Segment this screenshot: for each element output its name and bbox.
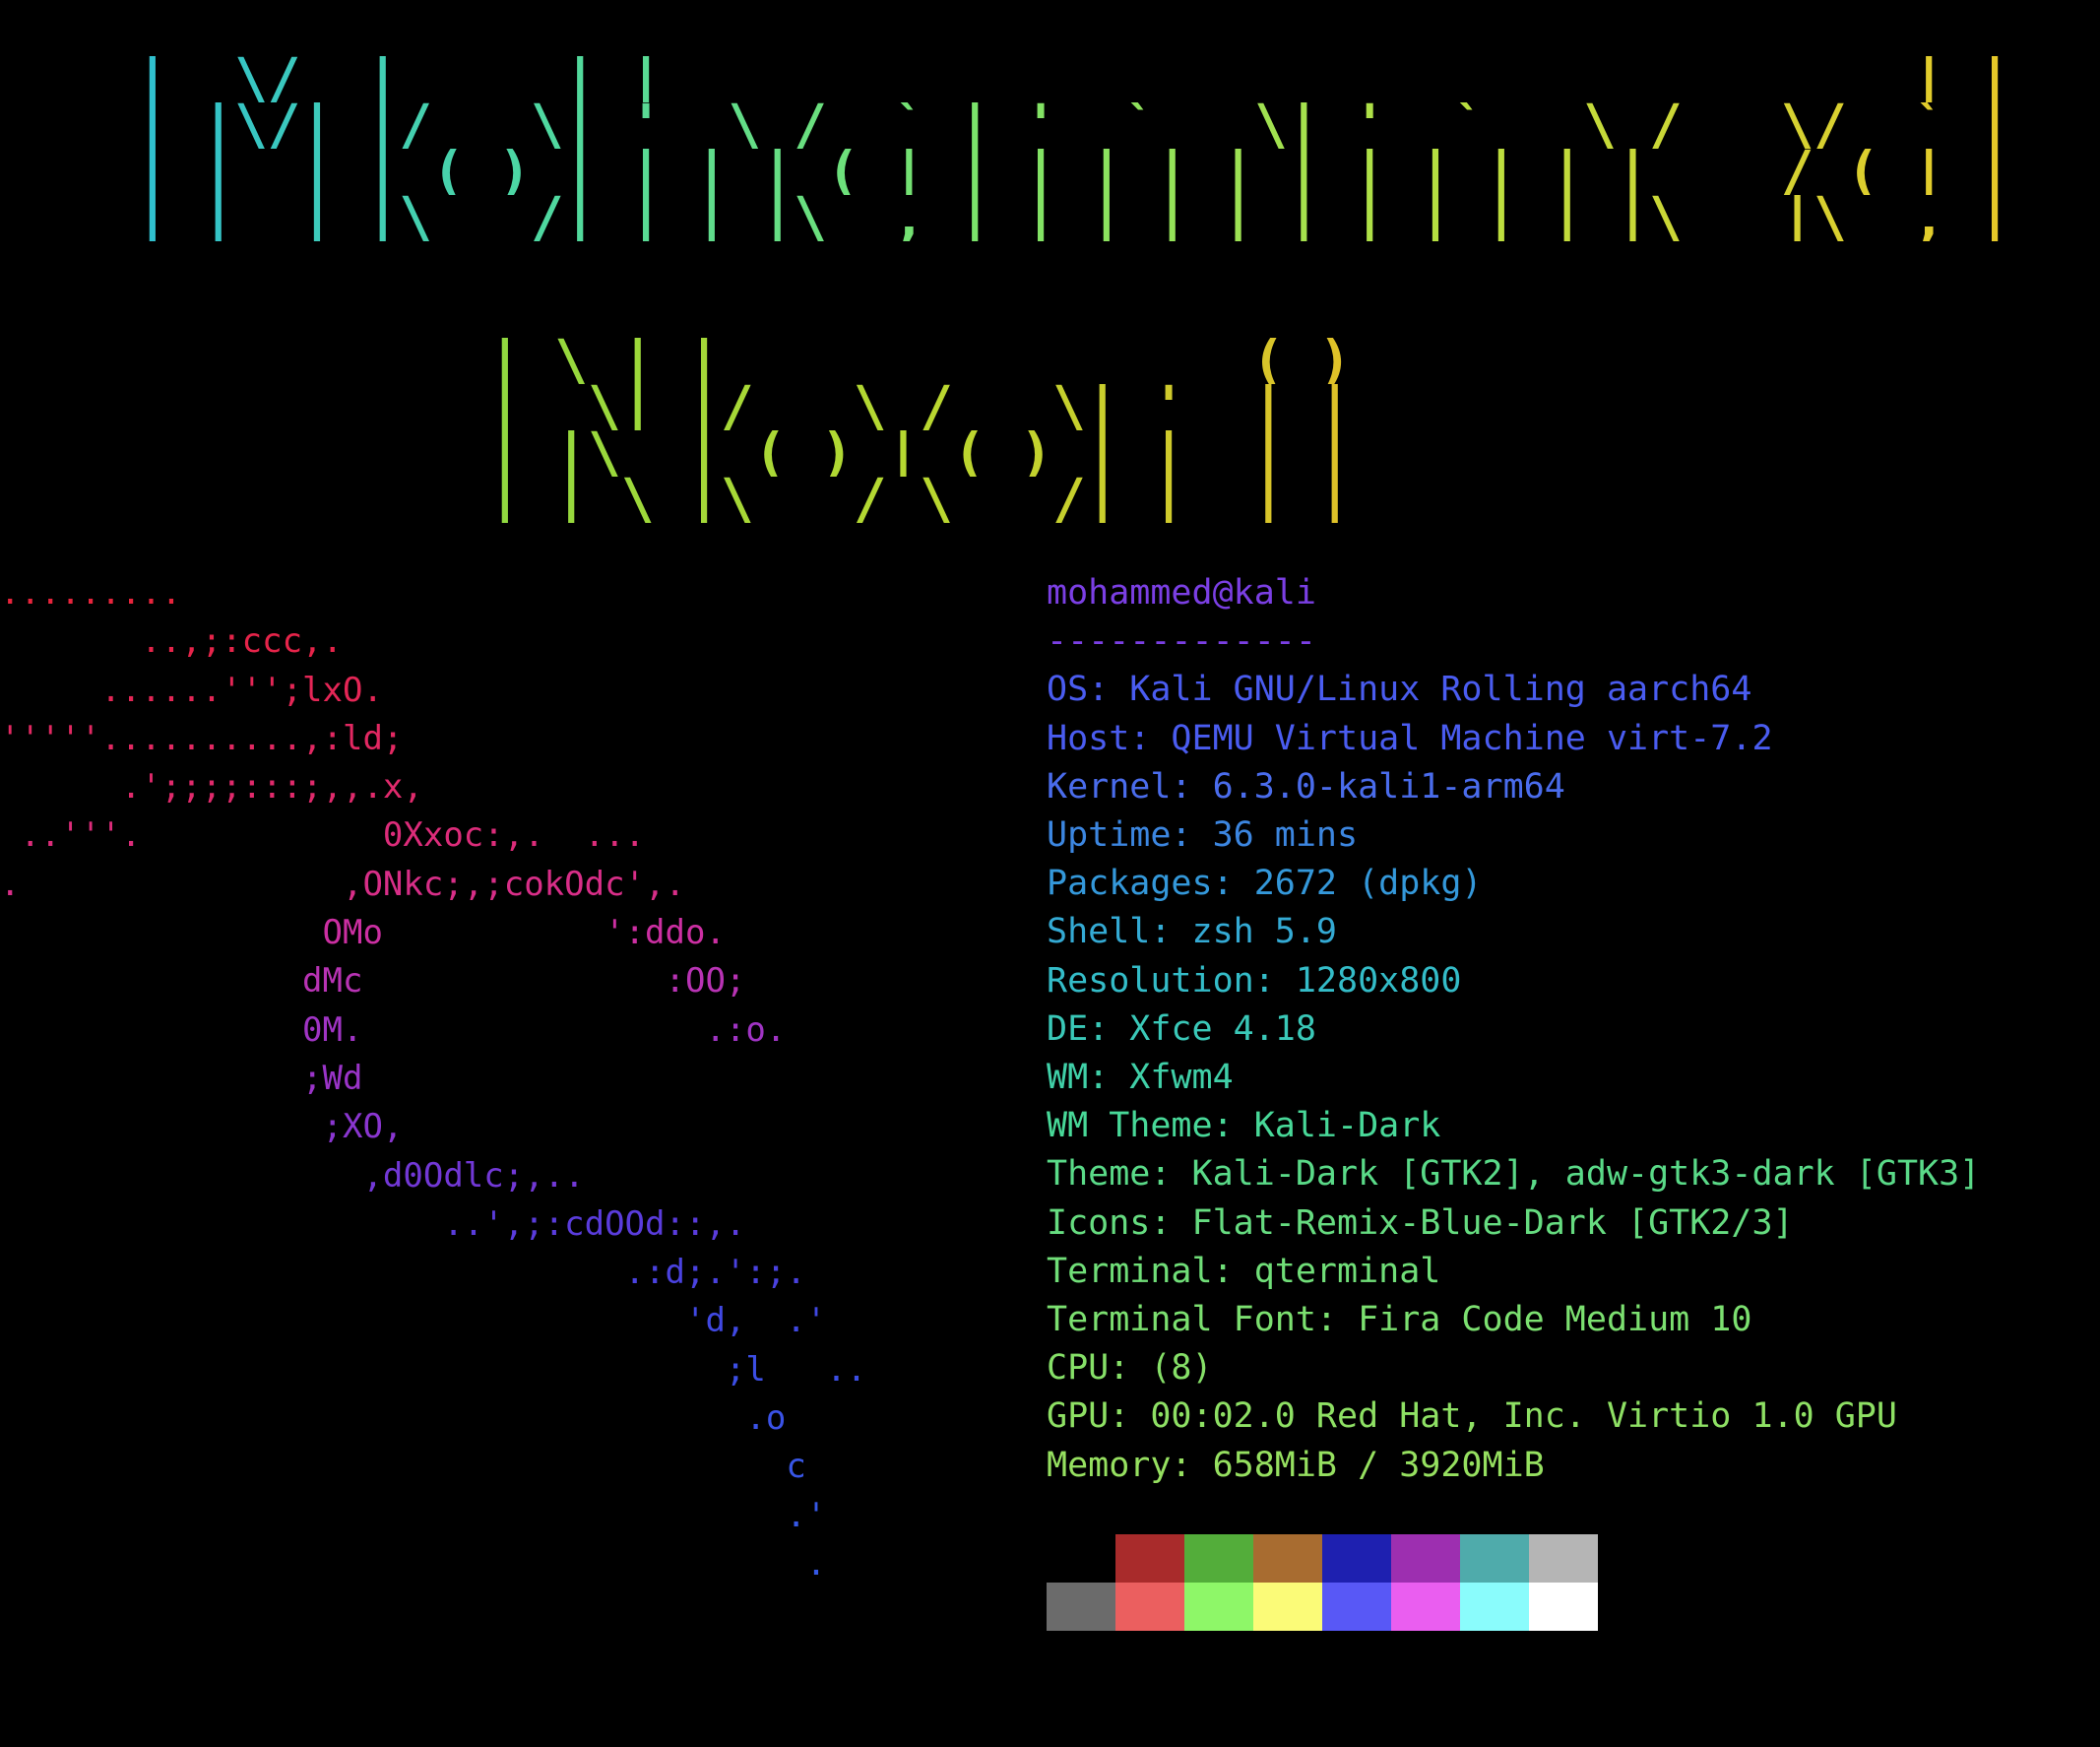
info-row: Shell: zsh 5.9 <box>1047 912 1338 952</box>
color-swatch <box>1253 1583 1322 1631</box>
color-swatch <box>1391 1534 1460 1583</box>
info-row: WM: Xfwm4 <box>1047 1058 1234 1098</box>
terminal-window[interactable]: __ __ _ _ | \/ | ___ | |__ __ _ _ __ ___… <box>0 0 2100 1747</box>
logo-line: ..,;:ccc,. <box>0 621 343 662</box>
logo-line: ;Wd <box>0 1058 363 1098</box>
palette-bright-row <box>1047 1583 1598 1631</box>
logo-line: ,d0Odlc;,.. <box>0 1155 585 1196</box>
info-row: Packages: 2672 (dpkg) <box>1047 864 1483 904</box>
info-row: Memory: 658MiB / 3920MiB <box>1047 1445 1545 1485</box>
info-row: Kernel: 6.3.0-kali1-arm64 <box>1047 766 1565 807</box>
logo-line: . ,ONkc;,;cokOdc',. <box>0 864 685 904</box>
user-host: mohammed@kali <box>1047 573 1316 613</box>
color-swatch <box>1253 1534 1322 1583</box>
surname-banner-line: |_| \_|\___/ \___/|_| |_| <box>488 468 1352 532</box>
color-swatch <box>1047 1583 1115 1631</box>
logo-line: dMc :OO; <box>0 961 746 1002</box>
info-row: DE: Xfce 4.18 <box>1047 1008 1316 1049</box>
info-row: Terminal: qterminal <box>1047 1251 1441 1291</box>
logo-line: .o <box>0 1398 787 1439</box>
name-banner-line: |_| |_|\___/|_| |_|\__,_|_| |_| |_|_| |_… <box>136 186 2011 250</box>
logo-line: .:d;.':;. <box>0 1253 806 1293</box>
logo-line: .';;;;:::;,,.x, <box>0 767 423 808</box>
kali-dragon-logo: ......... ..,;:ccc,. ......''';lxO. '''''… <box>0 569 866 1588</box>
color-swatch <box>1391 1583 1460 1631</box>
separator: ------------- <box>1047 621 1316 662</box>
color-swatch <box>1184 1534 1253 1583</box>
logo-line: '''''..........,:ld; <box>0 718 404 758</box>
logo-line: ;l .. <box>0 1349 867 1390</box>
logo-line: 'd, .' <box>0 1301 827 1341</box>
info-row: Host: QEMU Virtual Machine virt-7.2 <box>1047 718 1773 758</box>
color-swatch <box>1529 1583 1598 1631</box>
logo-line: ......... <box>0 573 182 613</box>
surname-banner: _ _ _ | \ | | ___ ___ _ __(_) | \| |/ _ \… <box>488 288 1352 532</box>
logo-line: . <box>0 1543 827 1584</box>
logo-line: OMo ':ddo. <box>0 913 726 953</box>
color-swatch <box>1184 1583 1253 1631</box>
info-row: Uptime: 36 mins <box>1047 815 1359 856</box>
info-row: GPU: 00:02.0 Red Hat, Inc. Virtio 1.0 GP… <box>1047 1396 1897 1437</box>
info-row: Resolution: 1280x800 <box>1047 960 1462 1001</box>
color-swatch <box>1322 1534 1391 1583</box>
logo-line: ..',;:cdOOd::,. <box>0 1203 746 1244</box>
info-row: Theme: Kali-Dark [GTK2], adw-gtk3-dark [… <box>1047 1154 1981 1195</box>
name-banner: __ __ _ _ | \/ | ___ | |__ __ _ _ __ ___… <box>136 6 2011 250</box>
logo-line: .' <box>0 1495 827 1535</box>
color-palette <box>1047 1534 1598 1631</box>
logo-line: 0M. .:o. <box>0 1009 787 1050</box>
logo-line: ;XO, <box>0 1107 404 1147</box>
info-row: CPU: (8) <box>1047 1348 1213 1389</box>
color-swatch <box>1115 1583 1184 1631</box>
info-row: Icons: Flat-Remix-Blue-Dark [GTK2/3] <box>1047 1202 1794 1243</box>
palette-normal-row <box>1047 1534 1598 1583</box>
info-row: WM Theme: Kali-Dark <box>1047 1106 1441 1146</box>
system-info: mohammed@kali ------------- OS: Kali GNU/L… <box>1047 569 1980 1490</box>
color-swatch <box>1460 1534 1529 1583</box>
color-swatch <box>1529 1534 1598 1583</box>
color-swatch <box>1047 1534 1115 1583</box>
info-row: Terminal Font: Fira Code Medium 10 <box>1047 1300 1752 1340</box>
info-row: OS: Kali GNU/Linux Rolling aarch64 <box>1047 670 1752 710</box>
logo-line: c <box>0 1447 806 1487</box>
color-swatch <box>1115 1534 1184 1583</box>
logo-line: ......''';lxO. <box>0 670 383 710</box>
color-swatch <box>1322 1583 1391 1631</box>
logo-line: ..'''. 0Xxoc:,. ... <box>0 815 646 856</box>
color-swatch <box>1460 1583 1529 1631</box>
